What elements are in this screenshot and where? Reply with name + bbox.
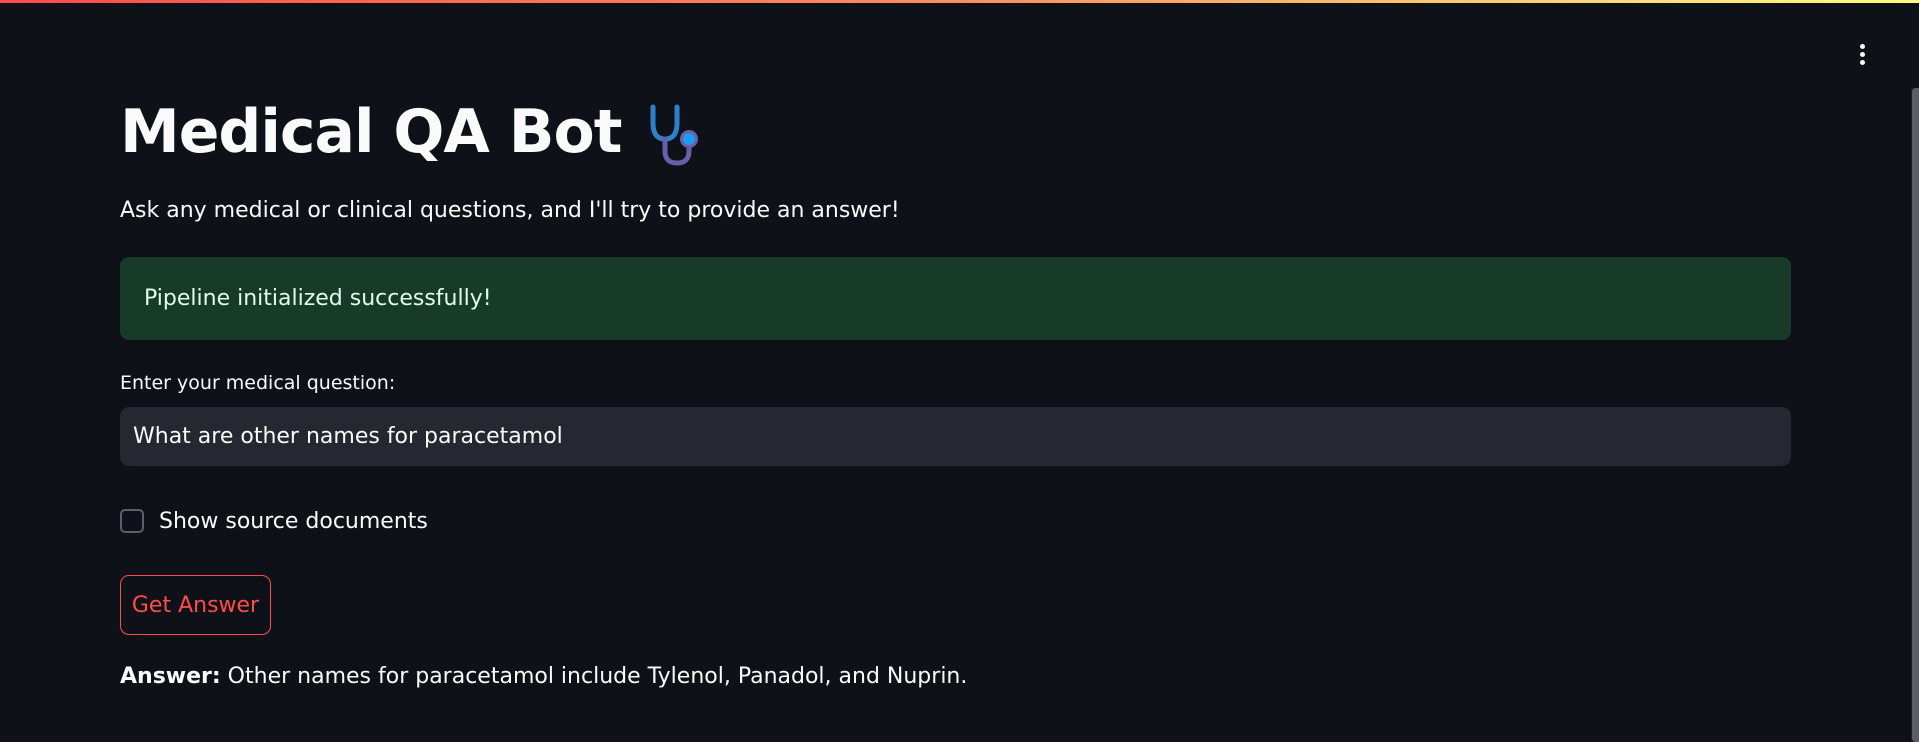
question-input-label: Enter your medical question: <box>120 372 396 394</box>
title-row: Medical QA Bot <box>120 92 715 172</box>
success-message: Pipeline initialized successfully! <box>144 286 492 311</box>
answer-text: Answer: Other names for paracetamol incl… <box>120 664 967 689</box>
get-answer-button[interactable]: Get Answer <box>120 575 271 635</box>
question-input[interactable]: What are other names for paracetamol <box>120 407 1791 466</box>
stethoscope-icon <box>645 97 715 167</box>
show-source-documents-checkbox[interactable] <box>120 509 144 533</box>
top-decoration-bar <box>0 0 1919 3</box>
kebab-menu-icon <box>1859 43 1865 49</box>
answer-prefix: Answer: <box>120 664 221 689</box>
question-input-value[interactable]: What are other names for paracetamol <box>133 424 563 449</box>
get-answer-button-label[interactable]: Get Answer <box>132 593 259 618</box>
page-title: Medical QA Bot <box>120 97 622 167</box>
scrollbar-thumb[interactable] <box>1912 88 1919 742</box>
answer-body: Other names for paracetamol include Tyle… <box>220 664 968 689</box>
show-source-documents-checkbox-row[interactable]: Show source documents <box>120 507 428 535</box>
page-subtitle: Ask any medical or clinical questions, a… <box>120 198 900 223</box>
show-source-documents-label[interactable]: Show source documents <box>159 509 428 534</box>
main-menu-button[interactable] <box>1854 42 1870 66</box>
success-alert: Pipeline initialized successfully! <box>120 257 1791 340</box>
